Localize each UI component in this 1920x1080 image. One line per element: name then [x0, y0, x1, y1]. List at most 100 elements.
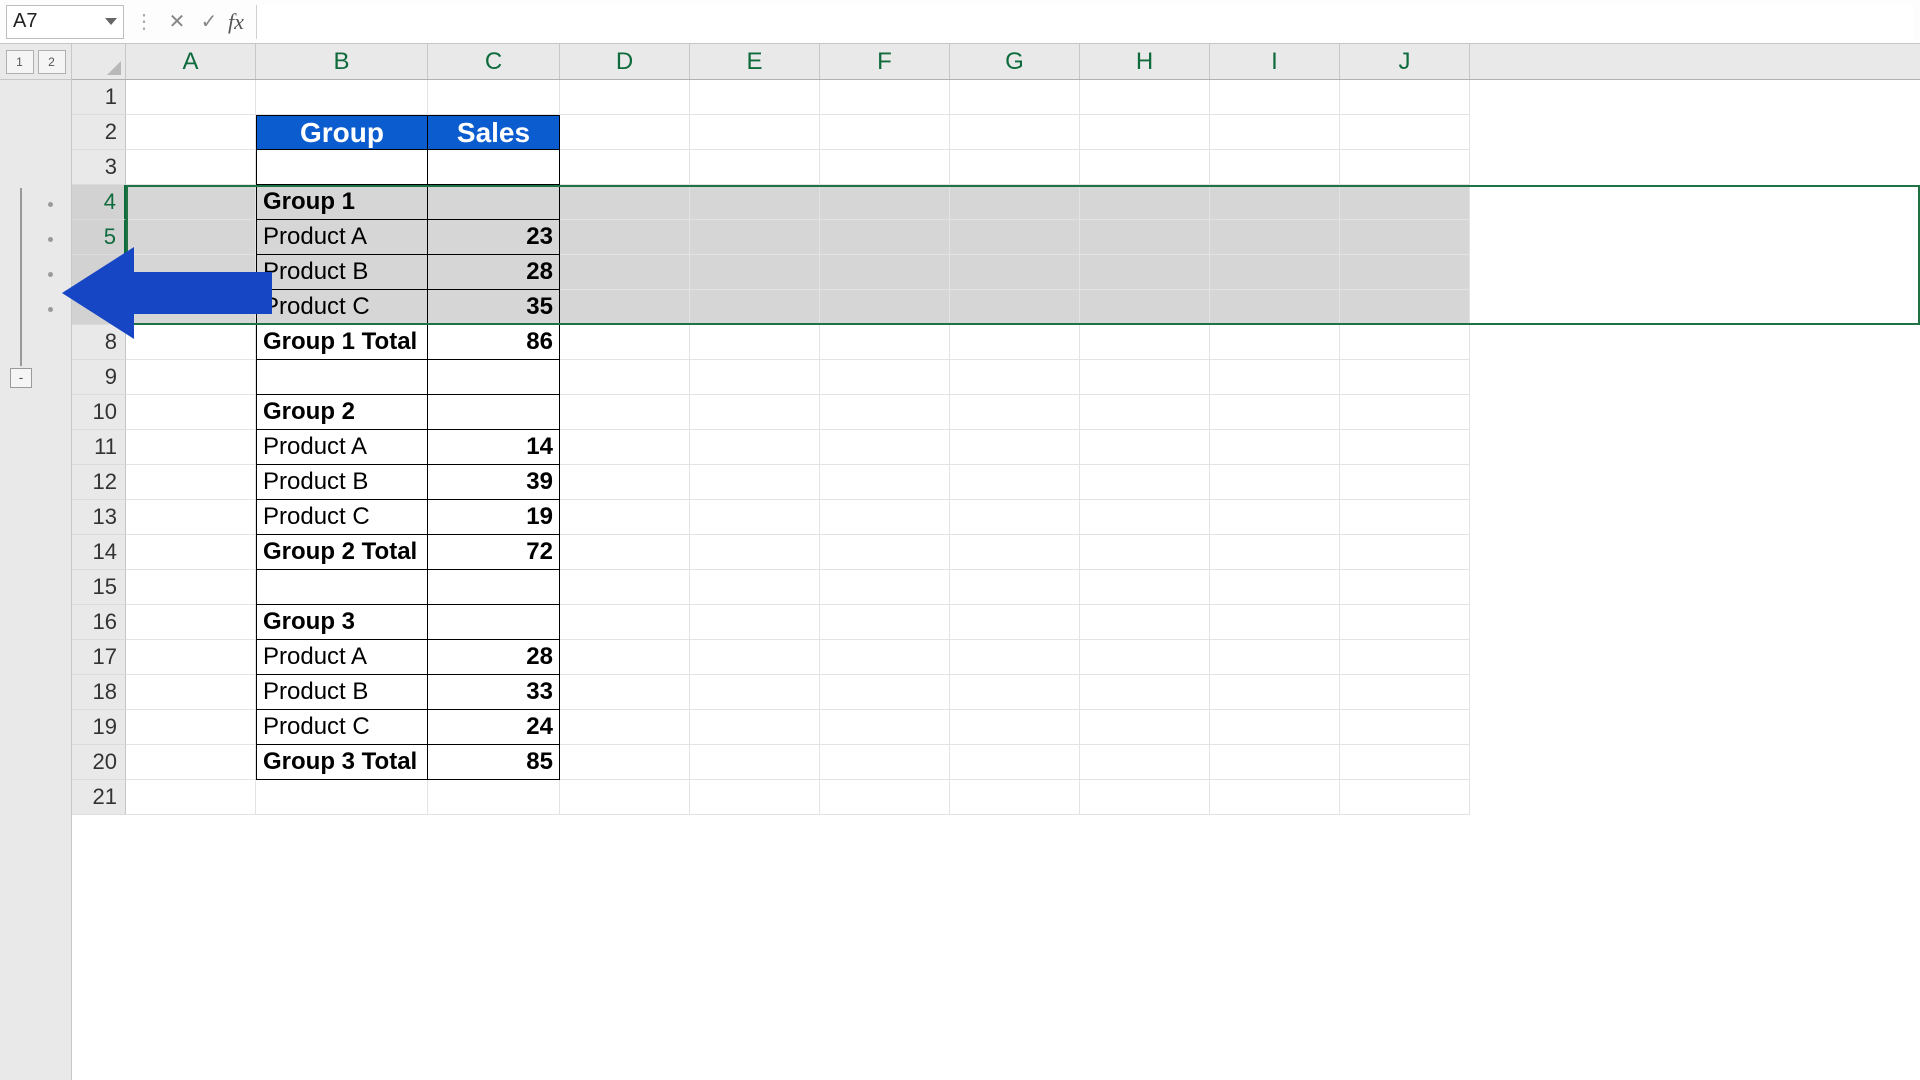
cell-H14[interactable]: [1080, 535, 1210, 570]
column-header-I[interactable]: I: [1210, 44, 1340, 79]
cell-C10[interactable]: [428, 395, 560, 430]
cell-B16[interactable]: Group 3: [256, 605, 428, 640]
cell-J18[interactable]: [1340, 675, 1470, 710]
cell-B3[interactable]: [256, 150, 428, 185]
cell-H18[interactable]: [1080, 675, 1210, 710]
row-14[interactable]: 14 Group 2 Total 72: [72, 535, 1920, 570]
row-header-20[interactable]: 20: [72, 745, 126, 780]
column-header-C[interactable]: C: [428, 44, 560, 79]
cell-D16[interactable]: [560, 605, 690, 640]
cell-I4[interactable]: [1210, 185, 1340, 220]
row-header-12[interactable]: 12: [72, 465, 126, 500]
cell-E9[interactable]: [690, 360, 820, 395]
row-1[interactable]: 1: [72, 80, 1920, 115]
row-8[interactable]: 8 Group 1 Total 86: [72, 325, 1920, 360]
row-header-18[interactable]: 18: [72, 675, 126, 710]
row-header-21[interactable]: 21: [72, 780, 126, 815]
cell-J12[interactable]: [1340, 465, 1470, 500]
cell-C17[interactable]: 28: [428, 640, 560, 675]
cell-E13[interactable]: [690, 500, 820, 535]
cell-B21[interactable]: [256, 780, 428, 815]
cell-G15[interactable]: [950, 570, 1080, 605]
cell-B18[interactable]: Product B: [256, 675, 428, 710]
cell-A17[interactable]: [126, 640, 256, 675]
row-12[interactable]: 12 Product B 39: [72, 465, 1920, 500]
column-header-E[interactable]: E: [690, 44, 820, 79]
row-4[interactable]: 4 Group 1: [72, 185, 1920, 220]
row-header-16[interactable]: 16: [72, 605, 126, 640]
cell-D6[interactable]: [560, 255, 690, 290]
cell-H7[interactable]: [1080, 290, 1210, 325]
cell-J7[interactable]: [1340, 290, 1470, 325]
cell-G2[interactable]: [950, 115, 1080, 150]
cell-A11[interactable]: [126, 430, 256, 465]
cell-F11[interactable]: [820, 430, 950, 465]
cell-D13[interactable]: [560, 500, 690, 535]
row-header-14[interactable]: 14: [72, 535, 126, 570]
row-header-1[interactable]: 1: [72, 80, 126, 115]
cell-F18[interactable]: [820, 675, 950, 710]
cell-H16[interactable]: [1080, 605, 1210, 640]
row-5[interactable]: 5 Product A 23: [72, 220, 1920, 255]
cell-E2[interactable]: [690, 115, 820, 150]
cell-G7[interactable]: [950, 290, 1080, 325]
cell-I12[interactable]: [1210, 465, 1340, 500]
cell-H1[interactable]: [1080, 80, 1210, 115]
cell-I16[interactable]: [1210, 605, 1340, 640]
cell-A16[interactable]: [126, 605, 256, 640]
column-header-H[interactable]: H: [1080, 44, 1210, 79]
cell-C4[interactable]: [428, 185, 560, 220]
cell-F6[interactable]: [820, 255, 950, 290]
cell-H12[interactable]: [1080, 465, 1210, 500]
cell-A14[interactable]: [126, 535, 256, 570]
row-header-19[interactable]: 19: [72, 710, 126, 745]
row-7[interactable]: 7 Product C 35: [72, 290, 1920, 325]
cell-H21[interactable]: [1080, 780, 1210, 815]
cell-A2[interactable]: [126, 115, 256, 150]
row-header-6[interactable]: 6: [72, 255, 126, 290]
cell-B1[interactable]: [256, 80, 428, 115]
row-21[interactable]: 21: [72, 780, 1920, 815]
cell-F17[interactable]: [820, 640, 950, 675]
cell-C6[interactable]: 28: [428, 255, 560, 290]
cell-J1[interactable]: [1340, 80, 1470, 115]
cell-G16[interactable]: [950, 605, 1080, 640]
cell-F16[interactable]: [820, 605, 950, 640]
cell-H19[interactable]: [1080, 710, 1210, 745]
cell-F7[interactable]: [820, 290, 950, 325]
cell-C20[interactable]: 85: [428, 745, 560, 780]
row-20[interactable]: 20 Group 3 Total 85: [72, 745, 1920, 780]
cell-D10[interactable]: [560, 395, 690, 430]
cell-B6[interactable]: Product B: [256, 255, 428, 290]
cell-C5[interactable]: 23: [428, 220, 560, 255]
cell-A1[interactable]: [126, 80, 256, 115]
cancel-button[interactable]: ✕: [164, 7, 190, 37]
cell-J3[interactable]: [1340, 150, 1470, 185]
cell-A6[interactable]: [126, 255, 256, 290]
cell-F12[interactable]: [820, 465, 950, 500]
cell-E8[interactable]: [690, 325, 820, 360]
column-header-J[interactable]: J: [1340, 44, 1470, 79]
row-16[interactable]: 16 Group 3: [72, 605, 1920, 640]
cell-H13[interactable]: [1080, 500, 1210, 535]
cell-C21[interactable]: [428, 780, 560, 815]
cell-G12[interactable]: [950, 465, 1080, 500]
cell-C8[interactable]: 86: [428, 325, 560, 360]
cell-B11[interactable]: Product A: [256, 430, 428, 465]
cell-I7[interactable]: [1210, 290, 1340, 325]
cell-J10[interactable]: [1340, 395, 1470, 430]
row-19[interactable]: 19 Product C 24: [72, 710, 1920, 745]
cell-I18[interactable]: [1210, 675, 1340, 710]
cell-B2[interactable]: Group: [256, 115, 428, 150]
cell-D9[interactable]: [560, 360, 690, 395]
cell-D18[interactable]: [560, 675, 690, 710]
cell-D17[interactable]: [560, 640, 690, 675]
cell-D14[interactable]: [560, 535, 690, 570]
cell-C7[interactable]: 35: [428, 290, 560, 325]
cell-B17[interactable]: Product A: [256, 640, 428, 675]
cell-J11[interactable]: [1340, 430, 1470, 465]
cell-F20[interactable]: [820, 745, 950, 780]
cell-B20[interactable]: Group 3 Total: [256, 745, 428, 780]
cell-J20[interactable]: [1340, 745, 1470, 780]
cell-E6[interactable]: [690, 255, 820, 290]
